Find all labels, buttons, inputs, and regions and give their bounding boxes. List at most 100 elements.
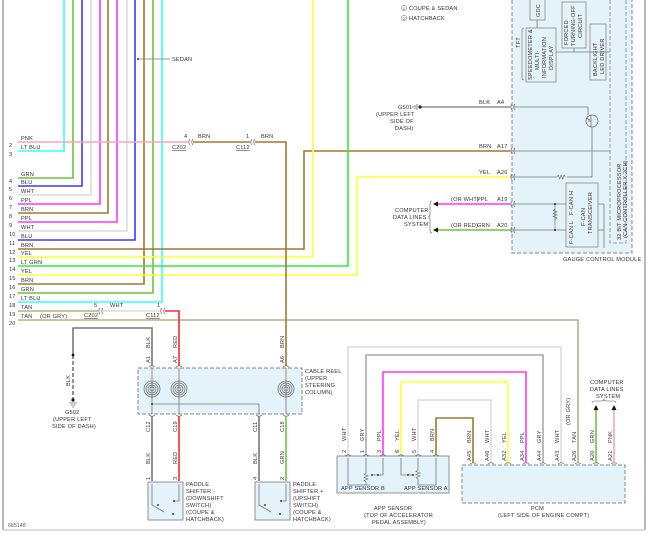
- tft-label: TFT: [516, 37, 522, 48]
- left-pin-wire-color: WHT: [21, 225, 35, 231]
- left-pin-wire-color: TAN: [21, 305, 32, 311]
- paddle-down-label-6: HATCHBACK): [186, 517, 224, 523]
- left-pin-number: 8: [9, 214, 12, 220]
- wire-pin13-yel: [18, 0, 314, 258]
- reel-pin-c11: C11: [253, 422, 259, 432]
- left-pin-wire-color: PPL: [21, 198, 32, 204]
- left-pin-number: 3: [9, 152, 12, 158]
- paddle-down-label-5: (COUPE &: [186, 510, 215, 516]
- app-pin-number: 3: [377, 450, 383, 453]
- paddle-down-label-2: SHIFTER -: [186, 489, 215, 495]
- transceiver-label-2: TRANSCEIVER: [588, 192, 594, 234]
- module-pin-wire: BRN: [479, 144, 491, 150]
- forced-label-3: CIRCUIT: [578, 14, 584, 38]
- left-pin-number: 2: [9, 143, 12, 149]
- pcm-pin-wire: WHT: [485, 429, 491, 443]
- module-pin-note: (OR RED): [451, 223, 478, 229]
- app-pin-wire: YEL: [395, 430, 401, 441]
- forced-label-2: TURNING-OFF: [571, 5, 577, 46]
- left-pin-wire-color: BRN: [21, 243, 33, 249]
- paddle-shifter-downshift: 1 3 PADDLE SHIFTER - (DOWNSHIFT SWITCH) …: [146, 477, 224, 523]
- reel-pin-c12: C12: [146, 421, 152, 432]
- c202-bottom-wire: WHT: [110, 303, 124, 309]
- c202-top-name: C202: [172, 145, 186, 151]
- g502-location-1: (UPPER LEFT: [53, 417, 92, 423]
- module-pin-id: A20: [497, 223, 508, 229]
- module-title: GAUGE CONTROL MODULE: [563, 257, 641, 263]
- c112-top-name: C112: [236, 145, 250, 151]
- reel-wire-a6: BRN: [280, 336, 286, 348]
- paddle-up-label-3: (UPSHIFT: [293, 496, 321, 502]
- c112-top-wire: BRN: [261, 134, 273, 140]
- left-pin-number: 12: [9, 250, 16, 256]
- pcm-pin-wire: TAN: [572, 432, 578, 443]
- pcm-label-2: (LEFT SIDE OF ENGINE COMPT): [498, 513, 589, 519]
- paddle-up-label-4: SWITCH): [293, 503, 318, 509]
- c112-top-symbol: [250, 138, 256, 146]
- app-pin-wire: BRN: [430, 429, 436, 441]
- pcm-label-1: PCM: [531, 506, 544, 512]
- pcm-pin-wire: PPL: [520, 432, 526, 443]
- legend-coupe-sedan: COUPE & SEDAN: [409, 6, 458, 12]
- cable-reel-outline: [137, 367, 303, 415]
- pcm-pin-connector: [610, 462, 618, 465]
- c202-bottom-name: C202: [84, 313, 98, 319]
- left-pin-number: 16: [9, 285, 16, 291]
- left-pin-number: 7: [9, 205, 12, 211]
- pcm-pin-id: A26: [572, 450, 578, 461]
- app-pin-wire: GRY: [360, 428, 366, 441]
- g502-name: G502: [65, 410, 79, 416]
- g502-location-2: SIDE OF DASH): [52, 424, 96, 430]
- speedometer-label-2: MULTI-: [535, 51, 541, 70]
- left-pin-number: 18: [9, 303, 16, 309]
- c202-bottom-pin: 5: [94, 303, 97, 309]
- data-lines-left-1: COMPUTER: [395, 208, 429, 214]
- left-pin-wire-color: BRN: [21, 278, 33, 284]
- legend-hatchback: HATCHBACK: [409, 16, 445, 22]
- reel-pin-c19: C19: [173, 421, 179, 432]
- left-pin-wire-color: GRN: [21, 287, 34, 293]
- paddle-up-label-2: SHIFTER +: [293, 489, 324, 495]
- left-pin-wire-color: YEL: [21, 269, 32, 275]
- c202-bottom-symbol: [98, 307, 104, 315]
- data-lines-right-1: COMPUTER: [590, 380, 624, 386]
- pcm-pin-note: (OR GRY): [566, 398, 572, 425]
- app-sensor-pins: 2 WHT 1 GRY 3 PPL 6 YEL 5 WHT 4 BRN: [342, 427, 440, 457]
- pcm-pin-connector: [487, 462, 495, 465]
- pcm-pin-wire: PNK: [608, 431, 614, 443]
- wire-a1-blk: [72, 327, 153, 366]
- wire-pin14-lt-grn: [18, 0, 349, 267]
- pcm-pin-connector: [539, 462, 547, 465]
- paddle-up-label-1: PADDLE: [293, 482, 316, 488]
- g501-location-2: SIDE OF: [390, 119, 414, 125]
- left-pin-wire-color: WHT: [21, 189, 35, 195]
- app-pin-number: 1: [360, 450, 366, 453]
- app-pin-number: 2: [342, 450, 348, 453]
- legend: 1 COUPE & SEDAN 2 HATCHBACK: [401, 5, 457, 22]
- pcm-pin-id: A43: [555, 450, 561, 461]
- pin20-note: (OR GRY): [40, 314, 67, 320]
- pcm-pin-id: A21: [608, 450, 614, 461]
- data-lines-right-2: DATA LINES: [590, 387, 624, 393]
- pcm-pin-id: A46: [485, 450, 491, 461]
- app-pin-wire: PPL: [377, 430, 383, 441]
- reel-wire-c18: GRN: [280, 451, 286, 464]
- left-pin-number: 6: [9, 196, 12, 202]
- speedometer-label-3: INFORMATION: [542, 37, 548, 78]
- left-pin-number: 10: [9, 232, 16, 238]
- app-sensor-label-1: APP SENSOR: [374, 506, 412, 512]
- left-pin-number: 19: [9, 312, 16, 318]
- reel-pin-a1: A1: [146, 356, 152, 363]
- module-pin-wire: BLK: [479, 100, 490, 106]
- reel-wire-c19: RED: [173, 452, 179, 464]
- app-sensor: APP SENSOR B APP SENSOR A APP SENSOR (TO…: [336, 455, 450, 526]
- reel-pin-a6: A6: [280, 356, 286, 363]
- wire-pin6-wht: [18, 0, 92, 196]
- data-lines-left-3: SYSTEM: [404, 222, 428, 228]
- paddle-down-label-4: SWITCH): [186, 503, 211, 509]
- app-sensor-label-2: (TOP OF ACCELERATOR: [364, 513, 433, 519]
- data-lines-left-2: DATA LINES: [393, 215, 427, 221]
- sedan-callout: SEDAN: [137, 57, 192, 63]
- paddle-down-label-1: PADDLE: [186, 482, 209, 488]
- left-pin-wire-color: LT BLU: [21, 296, 41, 302]
